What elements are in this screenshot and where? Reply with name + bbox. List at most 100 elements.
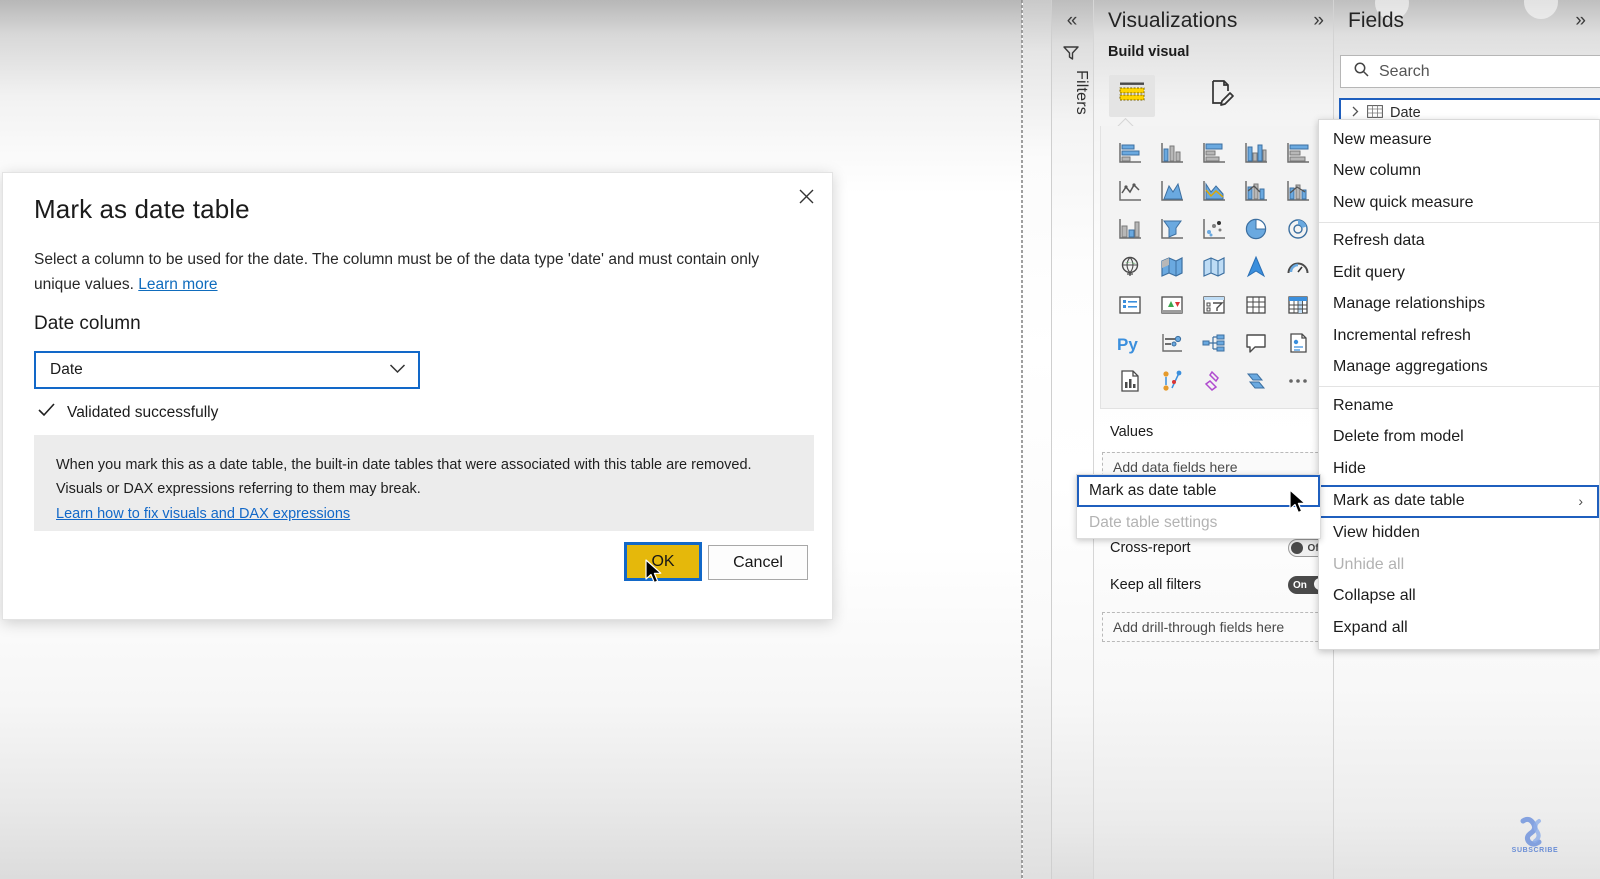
ctx-item-incremental-refresh[interactable]: Incremental refresh bbox=[1319, 320, 1599, 352]
ctx-item-refresh-data[interactable]: Refresh data bbox=[1319, 226, 1599, 258]
ctx-label: Manage relationships bbox=[1333, 295, 1486, 313]
ribbon-chart-icon[interactable] bbox=[1113, 213, 1147, 245]
area-chart-icon[interactable] bbox=[1155, 175, 1189, 207]
cross-report-label: Cross-report bbox=[1110, 540, 1191, 556]
ctx-label: Refresh data bbox=[1333, 232, 1425, 250]
line-chart-icon[interactable] bbox=[1113, 175, 1147, 207]
fields-context-menu: New measure New column New quick measure… bbox=[1318, 119, 1600, 650]
kpi-icon[interactable] bbox=[1197, 289, 1231, 321]
app-root: « Filters Visualizations » Build visual bbox=[0, 0, 1600, 879]
close-icon[interactable] bbox=[790, 181, 822, 211]
ctx-item-delete-from-model[interactable]: Delete from model bbox=[1319, 422, 1599, 454]
paginated-report-icon[interactable] bbox=[1113, 365, 1147, 397]
waterfall-chart-icon[interactable] bbox=[1155, 213, 1189, 245]
slicer-icon[interactable] bbox=[1239, 289, 1273, 321]
arcgis-map-icon[interactable] bbox=[1239, 251, 1273, 283]
ctx-item-hide[interactable]: Hide bbox=[1319, 453, 1599, 485]
keep-all-filters-label: Keep all filters bbox=[1110, 577, 1202, 593]
cross-report-option: Cross-report Off bbox=[1110, 536, 1328, 560]
search-icon bbox=[1353, 61, 1370, 83]
tab-build-visual[interactable] bbox=[1109, 74, 1155, 117]
ctx-separator bbox=[1319, 221, 1599, 223]
power-apps-icon[interactable] bbox=[1155, 365, 1189, 397]
ctx-item-new-column[interactable]: New column bbox=[1319, 156, 1599, 188]
line-clustered-column-chart-icon[interactable] bbox=[1281, 175, 1315, 207]
ctx-label: Collapse all bbox=[1333, 587, 1416, 605]
ctx-label: Unhide all bbox=[1333, 555, 1405, 573]
gauge-icon[interactable] bbox=[1281, 251, 1315, 283]
ctx-item-edit-query[interactable]: Edit query bbox=[1319, 257, 1599, 289]
ctx-item-rename[interactable]: Rename bbox=[1319, 390, 1599, 422]
dialog-warning-note: When you mark this as a date table, the … bbox=[34, 435, 814, 531]
qna-icon[interactable] bbox=[1239, 327, 1273, 359]
ctx-item-collapse-all[interactable]: Collapse all bbox=[1319, 581, 1599, 613]
date-column-select[interactable]: Date bbox=[34, 351, 420, 389]
submenu-item-mark-as-date-table[interactable]: Mark as date table bbox=[1077, 475, 1320, 507]
pie-chart-icon[interactable] bbox=[1239, 213, 1273, 245]
multi-row-card-icon[interactable] bbox=[1155, 289, 1189, 321]
ctx-label: Manage aggregations bbox=[1333, 358, 1488, 376]
ctx-item-new-quick-measure[interactable]: New quick measure bbox=[1319, 187, 1599, 219]
keep-all-filters-option: Keep all filters On bbox=[1110, 573, 1328, 597]
ctx-separator bbox=[1319, 386, 1599, 387]
build-visual-label: Build visual bbox=[1108, 44, 1190, 60]
expand-visualizations-icon[interactable]: » bbox=[1313, 10, 1324, 32]
ctx-item-manage-relationships[interactable]: Manage relationships bbox=[1319, 289, 1599, 321]
stacked-bar-chart-icon[interactable] bbox=[1113, 137, 1147, 169]
decomposition-tree-icon[interactable] bbox=[1197, 327, 1231, 359]
ctx-label: Edit query bbox=[1333, 263, 1406, 281]
submenu-label: Mark as date table bbox=[1089, 482, 1217, 499]
submenu-item-date-table-settings: Date table settings bbox=[1077, 507, 1320, 538]
more-visuals-icon[interactable] bbox=[1239, 365, 1273, 397]
ok-button[interactable]: OK bbox=[624, 542, 702, 581]
fix-visuals-link[interactable]: Learn how to fix visuals and DAX express… bbox=[56, 506, 350, 522]
expand-fields-icon[interactable]: » bbox=[1575, 10, 1586, 32]
shape-map-icon[interactable] bbox=[1197, 251, 1231, 283]
clustered-bar-chart-icon[interactable] bbox=[1197, 137, 1231, 169]
globe-map-icon[interactable] bbox=[1113, 251, 1147, 283]
ctx-item-manage-aggregations[interactable]: Manage aggregations bbox=[1319, 352, 1599, 384]
smart-narrative-icon[interactable] bbox=[1281, 327, 1315, 359]
ctx-item-view-hidden[interactable]: View hidden bbox=[1319, 518, 1599, 550]
ctx-label: New measure bbox=[1333, 130, 1432, 148]
ctx-item-expand-all[interactable]: Expand all bbox=[1319, 612, 1599, 644]
dialog-description: Select a column to be used for the date.… bbox=[34, 247, 776, 297]
card-icon[interactable] bbox=[1113, 289, 1147, 321]
cancel-button[interactable]: Cancel bbox=[708, 545, 808, 580]
stacked-area-chart-icon[interactable] bbox=[1197, 175, 1231, 207]
chevron-down-icon[interactable] bbox=[389, 361, 406, 379]
filter-funnel-icon bbox=[1062, 44, 1082, 62]
hundred-percent-stacked-bar-chart-icon[interactable] bbox=[1281, 137, 1315, 169]
clustered-column-chart-icon[interactable] bbox=[1239, 137, 1273, 169]
values-placeholder: Add data fields here bbox=[1113, 459, 1238, 475]
validation-text: Validated successfully bbox=[67, 403, 219, 421]
power-automate-icon[interactable] bbox=[1197, 365, 1231, 397]
stacked-column-chart-icon[interactable] bbox=[1155, 137, 1189, 169]
donut-chart-icon[interactable] bbox=[1281, 213, 1315, 245]
visual-pane-tabs bbox=[1100, 68, 1328, 123]
drillthrough-placeholder: Add drill-through fields here bbox=[1113, 619, 1285, 635]
table-icon[interactable] bbox=[1281, 289, 1315, 321]
filters-label[interactable]: Filters bbox=[1056, 70, 1090, 115]
chevron-right-icon: › bbox=[1578, 493, 1583, 509]
line-stacked-column-chart-icon[interactable] bbox=[1239, 175, 1273, 207]
visual-type-gallery: Py bbox=[1100, 126, 1326, 409]
ctx-item-unhide-all: Unhide all bbox=[1319, 549, 1599, 581]
date-column-label: Date column bbox=[34, 313, 141, 334]
svg-text:Py: Py bbox=[1117, 335, 1138, 354]
key-influencers-icon[interactable] bbox=[1155, 327, 1189, 359]
ctx-label: View hidden bbox=[1333, 524, 1420, 542]
py-visual-icon[interactable]: Py bbox=[1113, 327, 1147, 359]
more-options-icon[interactable] bbox=[1281, 365, 1315, 397]
drillthrough-dropzone[interactable]: Add drill-through fields here bbox=[1102, 612, 1328, 642]
tab-format-visual[interactable] bbox=[1199, 75, 1245, 117]
scatter-chart-icon[interactable] bbox=[1197, 213, 1231, 245]
ctx-item-mark-as-date-table[interactable]: Mark as date table › bbox=[1319, 484, 1599, 518]
subscribe-watermark-text: SUBSCRIBE bbox=[1511, 847, 1559, 854]
collapse-filters-icon[interactable]: « bbox=[1058, 6, 1086, 34]
fields-search-input[interactable]: Search bbox=[1340, 55, 1600, 88]
ctx-label: Expand all bbox=[1333, 618, 1408, 636]
learn-more-link[interactable]: Learn more bbox=[138, 276, 217, 293]
filled-map-icon[interactable] bbox=[1155, 251, 1189, 283]
ctx-item-new-measure[interactable]: New measure bbox=[1319, 124, 1599, 156]
